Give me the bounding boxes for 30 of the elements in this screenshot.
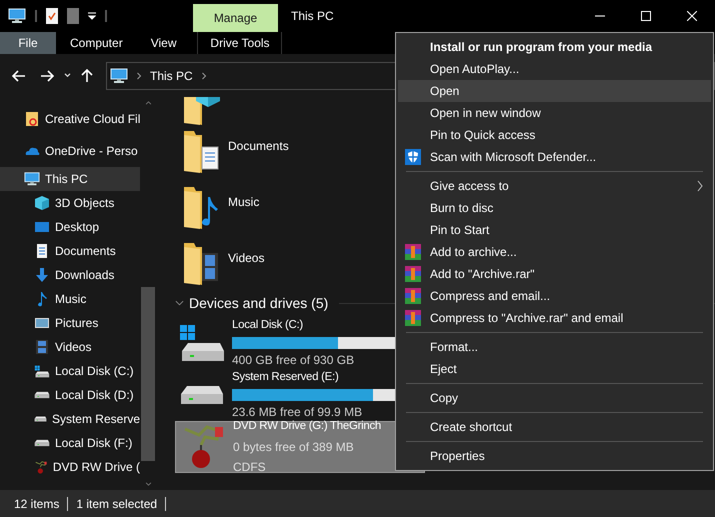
nav-label: 3D Objects xyxy=(55,195,114,212)
drive-name: Local Disk (C:) xyxy=(232,318,303,334)
window-title: This PC xyxy=(291,8,334,25)
nav-label: Local Disk (C:) xyxy=(55,363,134,380)
group-heading: Devices and drives (5) xyxy=(189,294,328,313)
status-text: 12 items xyxy=(14,496,60,512)
folder-name: Documents xyxy=(228,138,289,155)
nav-label: Local Disk (F:) xyxy=(55,435,132,452)
folder-name: Music xyxy=(228,194,260,211)
free-space-text: 0 bytes free of 389 MB xyxy=(233,438,354,456)
nav-label: Videos xyxy=(55,339,92,356)
drive-name: DVD RW Drive (G:) TheGrinch xyxy=(233,419,382,434)
nav-label: Music xyxy=(55,291,86,308)
status-text: 1 item selected xyxy=(76,496,158,512)
nav-label: Desktop xyxy=(55,219,100,236)
nav-label: DVD RW Drive ( xyxy=(52,459,140,476)
nav-label: System Reserve xyxy=(52,411,140,428)
nav-label: Downloads xyxy=(55,267,114,284)
nav-label: OneDrive - Perso xyxy=(45,143,138,160)
free-space-text: 23.6 MB free of 99.9 MB xyxy=(232,404,362,420)
nav-label: Documents xyxy=(55,243,116,260)
nav-label: Creative Cloud Fil xyxy=(45,111,140,128)
folder-name: Videos xyxy=(228,250,264,267)
drive-name: System Reserved (E:) xyxy=(232,370,338,386)
free-space-text: 400 GB free of 930 GB xyxy=(232,352,354,369)
nav-label: Local Disk (D:) xyxy=(55,387,134,404)
nav-label: This PC xyxy=(45,171,88,188)
contextual-tab-header: Manage xyxy=(193,4,278,32)
file-system-text: CDFS xyxy=(233,458,266,476)
nav-label: Pictures xyxy=(55,315,98,332)
